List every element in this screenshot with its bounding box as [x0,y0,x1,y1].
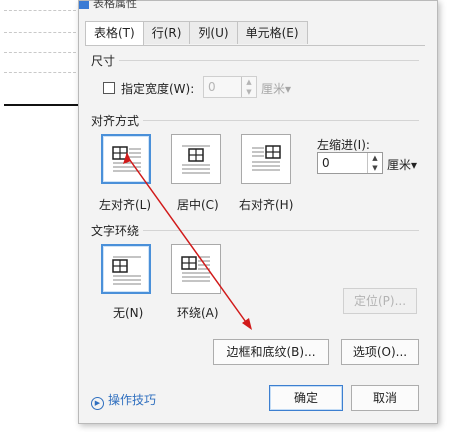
table-gridline [4,10,76,11]
cancel-button[interactable]: 取消 [351,385,419,411]
left-indent-spinner[interactable]: 0 ▲ ▼ [317,152,383,174]
table-tab-panel: 尺寸 指定宽度(W): 0 ▲ ▼ 厘米▾ 对齐方式 左对齐(L) 居中(C) … [85,45,425,322]
spin-up-icon[interactable]: ▲ [368,153,382,163]
wrap-none-label: 无(N) [113,306,144,320]
section-divider [143,230,419,231]
table-gridline [4,32,76,33]
spin-down-icon[interactable]: ▼ [368,163,382,173]
table-gridline [4,52,76,53]
wrap-around-icon [181,256,210,282]
chevron-down-icon: ▾ [411,158,418,172]
indent-spin-arrows[interactable]: ▲ ▼ [367,153,382,173]
align-left-button[interactable] [101,134,151,184]
width-spinner[interactable]: 0 ▲ ▼ [203,76,257,98]
ok-button[interactable]: 确定 [269,385,343,411]
indent-unit-select[interactable]: 厘米▾ [387,156,417,173]
chevron-down-icon: ▾ [285,82,292,96]
width-value: 0 [208,80,216,94]
indent-unit-label: 厘米 [387,158,412,172]
align-left-icon [112,146,141,172]
wrapping-section-label: 文字环绕 [91,224,140,238]
align-right-label: 右对齐(H) [239,198,294,212]
alignment-section-label: 对齐方式 [91,114,140,128]
align-center-label: 居中(C) [177,198,219,212]
tab-cell[interactable]: 单元格(E) [236,21,308,44]
play-circle-icon: ▶ [91,397,104,410]
document-background [0,0,78,130]
borders-and-shading-button[interactable]: 边框和底纹(B)... [213,339,329,365]
wrap-none-icon [112,256,141,285]
title-bar: 表格属性 [79,0,437,15]
app-icon [79,1,89,9]
table-gridline [4,72,76,73]
tab-table[interactable]: 表格(T) [85,21,144,46]
position-button[interactable]: 定位(P)... [343,288,417,314]
tips-link[interactable]: ▶ 操作技巧 [91,391,156,410]
dialog-title: 表格属性 [93,0,137,10]
section-divider [143,120,419,121]
spin-down-icon[interactable]: ▼ [242,87,256,97]
options-button[interactable]: 选项(O)... [341,339,419,365]
tips-link-label: 操作技巧 [108,393,157,407]
section-divider [119,60,419,61]
width-spin-arrows[interactable]: ▲ ▼ [241,77,256,97]
tab-row[interactable]: 行(R) [142,21,191,44]
width-unit-select[interactable]: 厘米▾ [261,80,291,97]
wrap-none-button[interactable] [101,244,151,294]
specify-width-label: 指定宽度(W): [121,82,195,96]
spin-up-icon[interactable]: ▲ [242,77,256,87]
tab-strip: 表格(T) 行(R) 列(U) 单元格(E) [85,21,308,46]
align-left-label: 左对齐(L) [99,198,152,212]
table-properties-dialog: 表格属性 表格(T) 行(R) 列(U) 单元格(E) 尺寸 指定宽度(W): … [78,0,438,424]
specify-width-checkbox[interactable] [103,82,115,94]
table-border-line [4,104,78,106]
size-section-label: 尺寸 [91,54,116,68]
wrap-around-label: 环绕(A) [177,306,219,320]
align-right-icon [252,145,281,171]
left-indent-value: 0 [322,156,330,170]
wrap-around-button[interactable] [171,244,221,294]
align-center-icon [182,145,210,174]
align-center-button[interactable] [171,134,221,184]
left-indent-label: 左缩进(I): [317,138,370,152]
tab-column[interactable]: 列(U) [189,21,238,44]
align-right-button[interactable] [241,134,291,184]
width-unit-label: 厘米 [261,82,286,96]
